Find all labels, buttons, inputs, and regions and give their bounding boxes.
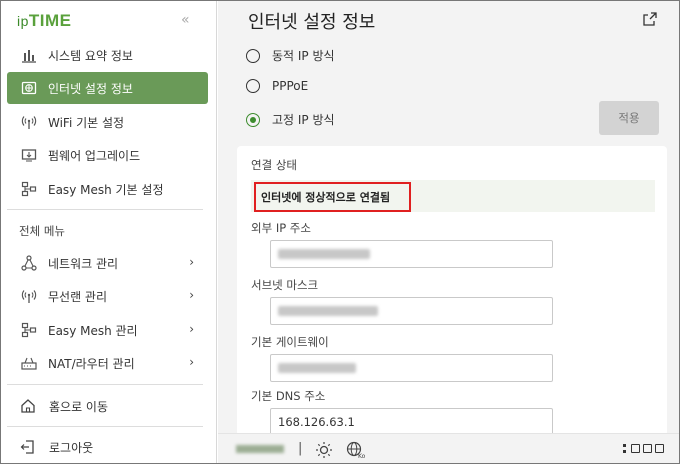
primary-dns-field[interactable]: 168.126.63.1 (270, 408, 553, 436)
bottom-bar: | Ko (218, 433, 679, 463)
sidebar-item-wireless-management[interactable]: 무선랜 관리 › (7, 280, 208, 312)
sidebar-item-internet-settings[interactable]: 인터넷 설정 정보 (7, 72, 208, 104)
sidebar: ipTIME « 시스템 요약 정보 인터넷 설정 정보 WiFi 기본 설정 (1, 1, 217, 463)
square-icon (655, 444, 664, 453)
radio-button[interactable] (246, 48, 260, 63)
globe-network-icon (20, 79, 38, 97)
square-icon (643, 444, 652, 453)
mesh-icon (20, 321, 38, 339)
sidebar-item-firmware-upgrade[interactable]: 펌웨어 업그레이드 (7, 139, 208, 171)
apply-button[interactable]: 적용 (599, 101, 659, 135)
external-ip-label: 외부 IP 주소 (251, 221, 311, 235)
chevron-right-icon: › (189, 288, 194, 302)
mesh-icon (20, 180, 38, 198)
sidebar-item-system-summary[interactable]: 시스템 요약 정보 (7, 39, 208, 71)
sidebar-item-network-management[interactable]: 네트워크 관리 › (7, 247, 208, 279)
page-title: 인터넷 설정 정보 (248, 12, 376, 33)
layout-toggle[interactable] (622, 444, 664, 453)
firmware-icon (20, 146, 38, 164)
external-ip-field[interactable] (270, 240, 553, 268)
router-icon (20, 354, 38, 372)
wifi-antenna-icon (20, 113, 38, 131)
home-icon (19, 397, 37, 415)
default-gateway-label: 기본 게이트웨이 (251, 335, 329, 349)
redacted-value (278, 363, 356, 373)
connection-status-text: 인터넷에 정상적으로 연결됨 (254, 182, 411, 212)
redacted-device-name (236, 445, 284, 453)
network-icon (20, 254, 38, 272)
connection-panel: 연결 상태 인터넷에 정상적으로 연결됨 외부 IP 주소 서브넷 마스크 기본… (237, 146, 667, 436)
export-icon[interactable] (642, 11, 658, 27)
sidebar-item-nat-router-management[interactable]: NAT/라우터 관리 › (7, 347, 208, 379)
square-icon (631, 444, 640, 453)
option-pppoe[interactable]: PPPoE (246, 79, 308, 93)
sidebar-divider (7, 209, 203, 210)
wifi-antenna-icon (20, 287, 38, 305)
subnet-mask-label: 서브넷 마스크 (251, 278, 319, 292)
logout-link[interactable]: 로그아웃 (19, 438, 93, 456)
default-gateway-field[interactable] (270, 354, 553, 382)
app-window: ipTIME « 시스템 요약 정보 인터넷 설정 정보 WiFi 기본 설정 (0, 0, 680, 464)
separator: | (298, 441, 303, 456)
svg-text:Ko: Ko (358, 453, 366, 459)
language-icon[interactable]: Ko (346, 441, 366, 460)
chevron-right-icon: › (189, 322, 194, 336)
chevron-right-icon: › (189, 355, 194, 369)
sidebar-divider (7, 384, 203, 385)
home-link[interactable]: 홈으로 이동 (19, 397, 108, 415)
iptime-logo[interactable]: ipTIME (17, 11, 72, 33)
radio-button[interactable] (246, 79, 260, 93)
full-menu-heading: 전체 메뉴 (19, 224, 65, 238)
sidebar-item-easy-mesh-management[interactable]: Easy Mesh 관리 › (7, 314, 208, 346)
grid-dots-icon (622, 444, 628, 453)
collapse-sidebar-button[interactable]: « (181, 12, 190, 28)
redacted-value (278, 249, 370, 259)
brightness-icon[interactable] (315, 441, 333, 459)
chevron-right-icon: › (189, 255, 194, 269)
sidebar-item-easy-mesh-basic[interactable]: Easy Mesh 기본 설정 (7, 173, 208, 205)
sidebar-divider (7, 426, 203, 427)
option-static-ip[interactable]: 고정 IP 방식 (246, 111, 335, 128)
logout-icon (19, 438, 37, 456)
option-dynamic-ip[interactable]: 동적 IP 방식 (246, 47, 335, 64)
redacted-value (278, 306, 378, 316)
bar-chart-icon (20, 46, 38, 64)
connection-status-label: 연결 상태 (251, 158, 297, 172)
main-content: 인터넷 설정 정보 동적 IP 방식 PPPoE 고정 IP 방식 적용 연결 … (218, 1, 679, 436)
sidebar-item-wifi-basic[interactable]: WiFi 기본 설정 (7, 106, 208, 138)
radio-button-selected[interactable] (246, 112, 260, 127)
primary-dns-label: 기본 DNS 주소 (251, 389, 326, 403)
subnet-mask-field[interactable] (270, 297, 553, 325)
